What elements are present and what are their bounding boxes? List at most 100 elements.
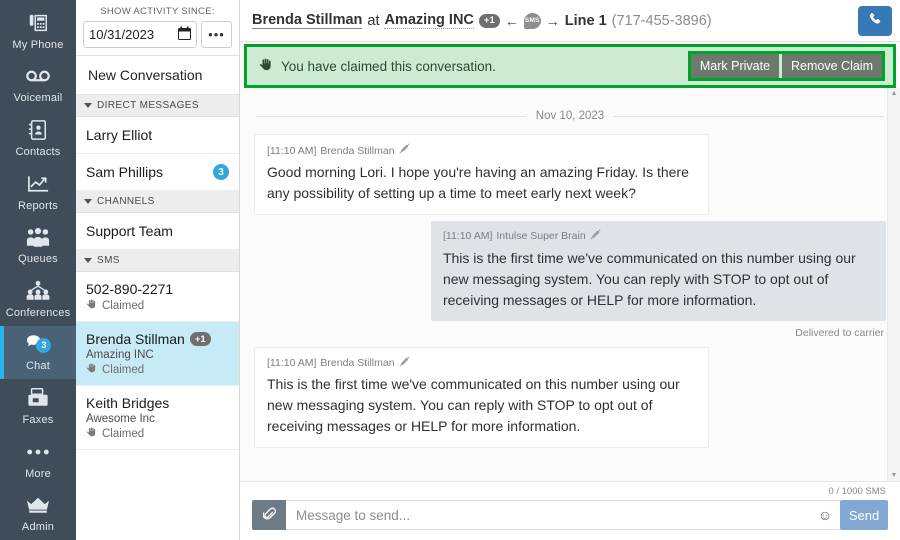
conversation-claim-status: Claimed: [102, 363, 145, 376]
contacts-book-icon: [28, 118, 48, 142]
message-time: [11:10 AM]: [267, 144, 317, 157]
conversation-item[interactable]: Keith Bridges Awesome Inc Claimed: [76, 386, 239, 450]
rail-item-reports[interactable]: Reports: [0, 165, 76, 219]
group-header-sms[interactable]: SMS: [76, 250, 239, 272]
conversation-name: Support Team: [86, 223, 173, 239]
claim-banner-text-wrap: You have claimed this conversation.: [259, 58, 496, 74]
rail-item-label: Faxes: [22, 413, 54, 426]
header-org-name[interactable]: Amazing INC: [384, 12, 474, 29]
rail-item-queues[interactable]: Queues: [0, 218, 76, 272]
header-at-word: at: [367, 12, 380, 29]
attach-button[interactable]: [252, 500, 286, 530]
group-header-direct-messages[interactable]: DIRECT MESSAGES: [76, 95, 239, 117]
conversation-name: Larry Elliot: [86, 127, 153, 143]
conversation-org: Amazing INC: [86, 349, 154, 361]
messages-holder: [11:10 AM] Brenda Stillman Good morning Lo…: [254, 134, 886, 449]
conversation-title: Brenda Stillman at Amazing INC +1 ← SMS …: [252, 12, 852, 29]
chevron-down-icon: [84, 103, 92, 108]
conversation-header: Brenda Stillman at Amazing INC +1 ← SMS …: [240, 0, 900, 42]
activity-date-input[interactable]: 10/31/2023: [83, 21, 197, 48]
group-header-label: SMS: [97, 255, 120, 266]
crown-icon: [26, 493, 50, 517]
conversation-item[interactable]: Larry Elliot: [76, 117, 239, 154]
no-pencil-icon: [590, 229, 601, 246]
message-composer: 0 / 1000 SMS ☺ Send: [240, 481, 900, 540]
rail-item-label: Queues: [18, 253, 58, 266]
conversation-name: Keith Bridges: [86, 395, 170, 411]
conversation-item[interactable]: 502-890-2271 Claimed: [76, 272, 239, 322]
no-pencil-icon: [398, 355, 410, 373]
rail-item-label: Reports: [18, 199, 58, 212]
smiley-icon: ☺: [817, 507, 833, 523]
conference-icon: [26, 279, 50, 303]
conversation-panel: Brenda Stillman at Amazing INC +1 ← SMS …: [240, 0, 900, 540]
conversation-item[interactable]: Brenda Stillman +1 Amazing INC Claimed: [76, 322, 239, 386]
rail-item-contacts[interactable]: Contacts: [0, 111, 76, 165]
activity-more-button[interactable]: •••: [201, 21, 232, 48]
ellipsis-icon: [26, 440, 50, 464]
remove-claim-button[interactable]: Remove Claim: [782, 54, 882, 78]
message-list[interactable]: Nov 10, 2023 [11:10 AM] Brenda Stillman Go…: [240, 88, 900, 481]
message-delivery-status: Delivered to carrier: [795, 326, 884, 339]
message-time: [11:10 AM]: [267, 357, 317, 369]
rail-item-voicemail[interactable]: Voicemail: [0, 58, 76, 112]
rail-badge: 3: [36, 337, 52, 353]
rail-item-my-phone[interactable]: My Phone: [0, 4, 76, 58]
divider-line-right: [614, 115, 885, 117]
message-row: [11:10 AM] Brenda Stillman Good morning Lo…: [254, 134, 886, 215]
message-bubble[interactable]: [11:10 AM] Brenda Stillman Good morning Lo…: [254, 134, 710, 215]
claim-actions-highlight: Mark Private Remove Claim: [687, 51, 885, 81]
message-input[interactable]: [286, 500, 810, 530]
rail-item-admin[interactable]: Admin: [0, 486, 76, 540]
rail-item-label: Admin: [21, 521, 55, 534]
claim-hand-icon: [86, 363, 98, 376]
message-bubble[interactable]: [11:10 AM] Brenda Stillman This is the fir…: [254, 346, 710, 449]
message-row: [11:10 AM] Brenda Stillman This is the fir…: [254, 346, 886, 449]
rail-item-label: My Phone: [12, 38, 64, 51]
claim-hand-icon: [86, 427, 98, 440]
conversation-extra-badge: +1: [189, 332, 211, 346]
new-conversation-button[interactable]: New Conversation: [76, 56, 239, 95]
rail-item-label: Contacts: [15, 145, 61, 158]
rail-item-more[interactable]: More: [0, 433, 76, 487]
conversation-claim-status: Claimed: [102, 427, 145, 440]
conversation-item[interactable]: Support Team: [76, 213, 239, 250]
conversation-item[interactable]: Sam Phillips 3: [76, 154, 239, 191]
calendar-icon[interactable]: [178, 26, 191, 43]
show-activity-since-label: SHOW ACTIVITY SINCE:: [100, 6, 215, 17]
rail-item-label: More: [25, 467, 51, 480]
rail-item-label: Voicemail: [13, 92, 63, 105]
call-button[interactable]: [858, 5, 892, 36]
conversation-name: 502-890-2271: [86, 281, 174, 297]
rail-item-faxes[interactable]: Faxes: [0, 379, 76, 433]
rail-item-label: Chat: [25, 360, 51, 373]
rail-item-conferences[interactable]: Conferences: [0, 272, 76, 326]
desk-phone-icon: [27, 11, 49, 35]
conversation-org: Awesome Inc: [86, 413, 155, 425]
group-header-channels[interactable]: CHANNELS: [76, 191, 239, 213]
message-bubble[interactable]: [11:10 AM] Intulse Super Brain This is the…: [430, 220, 886, 321]
message-scrollbar[interactable]: ▲ ▼: [887, 88, 900, 481]
sms-channel-icon: SMS: [523, 12, 541, 29]
mark-private-button[interactable]: Mark Private: [690, 54, 780, 78]
message-author: Intulse Super Brain: [496, 230, 586, 243]
date-divider-label: Nov 10, 2023: [535, 110, 605, 122]
voicemail-icon: [26, 64, 50, 88]
conversation-list-panel: SHOW ACTIVITY SINCE: 10/31/2023 ••• New …: [76, 0, 240, 540]
conversation-claim-status: Claimed: [102, 299, 145, 312]
header-phone-number: (717-455-3896): [611, 12, 712, 29]
scroll-down-icon[interactable]: ▼: [891, 470, 898, 481]
primary-nav-rail: My Phone Voicemail Contacts Reports Queues Co…: [0, 0, 76, 540]
message-author: Brenda Stillman: [320, 144, 395, 157]
rail-item-chat[interactable]: 3 Chat: [0, 325, 76, 380]
group-header-label: CHANNELS: [97, 196, 155, 207]
header-contact-name[interactable]: Brenda Stillman: [252, 12, 363, 29]
send-button[interactable]: Send: [840, 500, 888, 530]
scroll-up-icon[interactable]: ▲: [891, 88, 898, 99]
message-author: Brenda Stillman: [320, 357, 395, 369]
message-time: [11:10 AM]: [442, 230, 493, 243]
header-extra-count-badge[interactable]: +1: [478, 13, 500, 28]
claim-hand-icon: [259, 58, 274, 74]
emoji-button[interactable]: ☺: [810, 500, 840, 530]
conversation-name: Sam Phillips: [86, 164, 164, 180]
